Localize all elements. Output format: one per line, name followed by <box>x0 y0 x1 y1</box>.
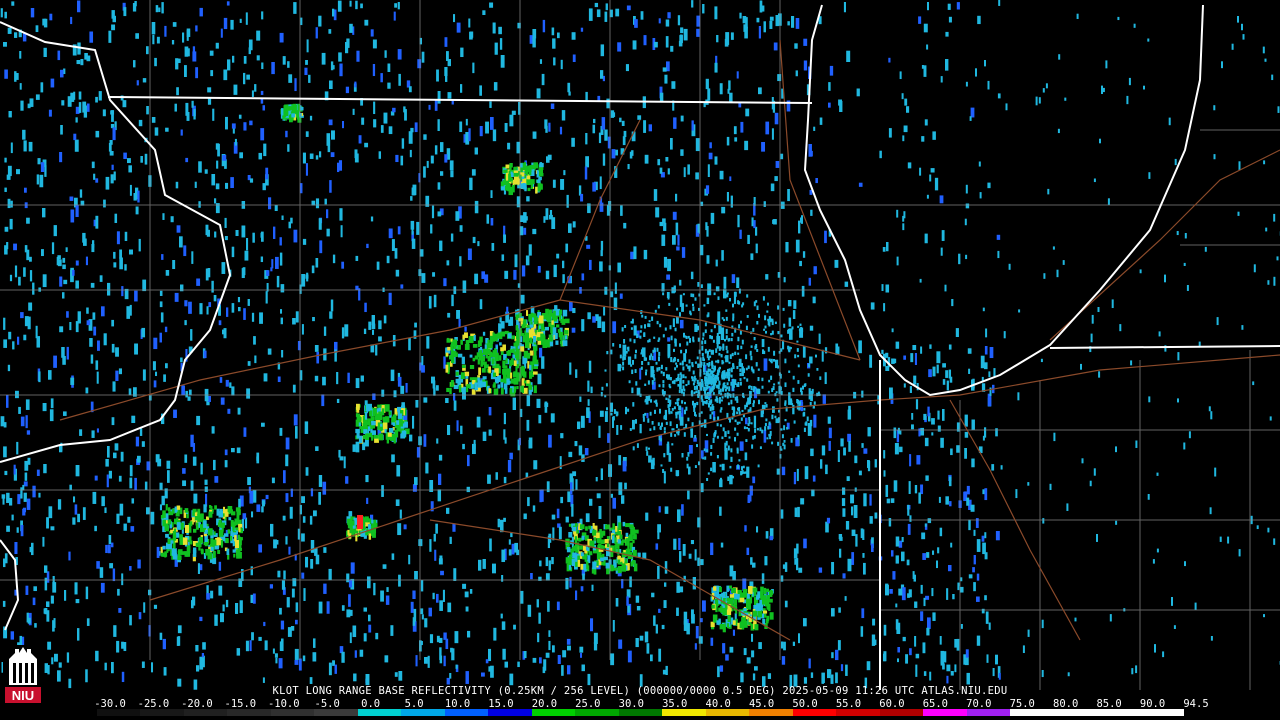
colorbar-segment <box>836 709 880 716</box>
colorbar-segment <box>140 709 184 716</box>
colorbar-segment <box>923 709 967 716</box>
colorbar-segment <box>792 709 837 716</box>
colorbar-segment <box>1010 709 1054 716</box>
colorbar-segment <box>618 709 663 716</box>
colorbar-segment <box>227 709 271 716</box>
colorbar-segment <box>879 709 924 716</box>
colorbar-segment <box>357 709 402 716</box>
colorbar-segment <box>444 709 489 716</box>
dbz-scale-labels: -30.0 -25.0 -20.0 -15.0 -10.0 -5.0 0.0 5.0 10.0 1… <box>90 698 1208 710</box>
colorbar-segment <box>1053 709 1098 716</box>
colorbar-segment <box>531 709 576 716</box>
colorbar-segment <box>97 709 141 716</box>
colorbar-segment <box>705 709 750 716</box>
colorbar-segment <box>575 709 619 716</box>
colorbar-segment <box>662 709 706 716</box>
colorbar-segment <box>966 709 1011 716</box>
colorbar-segment <box>314 709 358 716</box>
colorbar-segment <box>270 709 315 716</box>
scale-label: 94.5 <box>1183 698 1209 710</box>
dbz-colorbar <box>97 709 1185 716</box>
colorbar-segment <box>1140 709 1185 716</box>
colorbar-segment <box>488 709 532 716</box>
colorbar-segment <box>183 709 228 716</box>
colorbar-segment <box>749 709 793 716</box>
colorbar-segment <box>401 709 445 716</box>
radar-caption: KLOT LONG RANGE BASE REFLECTIVITY (0.25K… <box>272 685 1008 697</box>
niu-logo: NIU <box>3 645 43 705</box>
radar-map <box>0 0 1280 720</box>
colorbar-segment <box>1097 709 1141 716</box>
